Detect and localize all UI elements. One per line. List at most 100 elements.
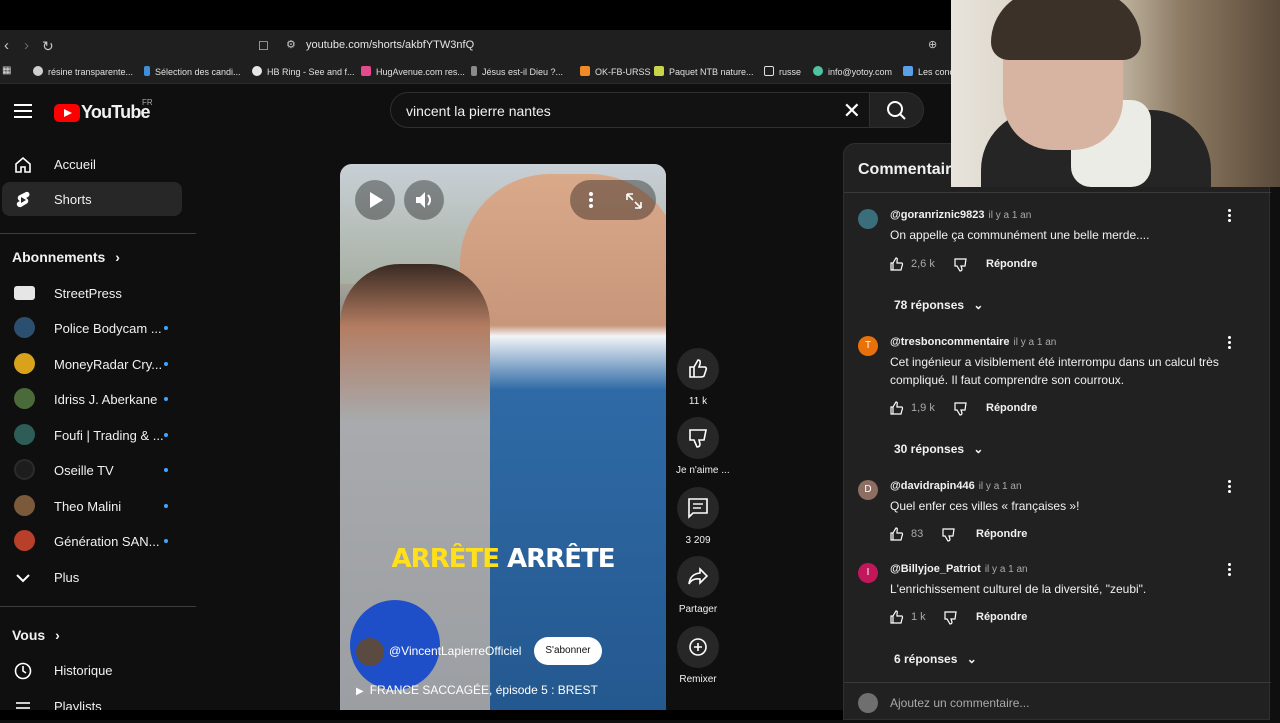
sidebar-item-plus[interactable]: Plus (2, 560, 182, 594)
sidebar-subscription[interactable]: MoneyRadar Cry... (2, 347, 182, 381)
bookmark-item[interactable]: OK-FB-URSS (580, 66, 651, 77)
video-frame-subject (460, 174, 666, 710)
bookmark-item[interactable]: résine transparente... (33, 66, 133, 77)
bookmark-item[interactable]: Paquet NTB nature... (654, 66, 754, 77)
comments-button[interactable]: 3 209 (676, 487, 720, 546)
zoom-icon[interactable]: ⊕ (928, 38, 937, 51)
reply-button[interactable]: Répondre (976, 528, 1027, 540)
bookmark-star-icon[interactable]: ☐ (258, 39, 269, 53)
sidebar-subscription[interactable]: Idriss J. Aberkane (2, 382, 182, 416)
chevron-down-icon: ⌄ (973, 298, 984, 312)
play-icon (370, 192, 383, 208)
play-button[interactable] (355, 180, 395, 220)
bookmark-item[interactable]: HB Ring - See and f... (252, 66, 355, 77)
youtube-logo[interactable]: YouTube FR (54, 98, 153, 123)
comment-icon (688, 498, 708, 519)
comment-avatar[interactable] (858, 209, 878, 229)
site-info-icon[interactable]: ⚙ (286, 38, 296, 51)
comment-avatar[interactable]: D (858, 480, 878, 500)
reply-button[interactable]: Répondre (976, 611, 1027, 623)
sidebar-item-shorts[interactable]: Shorts (2, 182, 182, 216)
comment-author[interactable]: @davidrapin446 il y a 1 an (890, 480, 1022, 492)
search-query: vincent la pierre nantes (406, 103, 551, 119)
thumbs-down-icon[interactable] (942, 528, 956, 542)
share-button[interactable]: Partager (676, 556, 720, 615)
channel-avatar (14, 459, 35, 480)
subscriptions-heading[interactable]: Abonnements › (12, 249, 120, 265)
search-button[interactable] (870, 92, 924, 128)
volume-button[interactable] (404, 180, 444, 220)
bookmark-item[interactable]: HugAvenue.com res... (361, 66, 465, 77)
comment-more-icon[interactable] (1228, 209, 1234, 224)
thumbs-down-icon[interactable] (944, 611, 958, 625)
sidebar-divider (0, 233, 196, 234)
webcam-person-hair (991, 0, 1141, 60)
channel-avatar[interactable] (356, 638, 384, 666)
bookmark-item[interactable]: Sélection des candi... (144, 66, 241, 77)
bookmark-item[interactable]: info@yotoy.com (813, 66, 892, 77)
back-icon[interactable]: ‹ (4, 37, 9, 54)
remix-button[interactable]: Remixer (676, 626, 720, 685)
shorts-video-player[interactable]: ARRÊTE ARRÊTE @VincentLapierreOfficiel S… (340, 164, 666, 710)
comment-time: il y a 1 an (1013, 337, 1057, 348)
comment-author[interactable]: @tresboncommentaire il y a 1 an (890, 336, 1056, 348)
you-heading[interactable]: Vous › (12, 627, 60, 643)
comment-avatar[interactable]: I (858, 563, 878, 583)
comment-more-icon[interactable] (1228, 336, 1234, 351)
dislike-label: Je n'aime ... (676, 465, 730, 476)
fullscreen-icon[interactable] (624, 191, 644, 211)
reply-button[interactable]: Répondre (986, 402, 1037, 414)
subscribe-button[interactable]: S'abonner (534, 637, 602, 665)
comment-author-name: @Billyjoe_Patriot (890, 563, 981, 575)
sidebar-subscription[interactable]: Foufi | Trading & ... (2, 418, 182, 452)
search-input[interactable]: vincent la pierre nantes ✕ (390, 92, 870, 128)
add-comment-input[interactable]: Ajoutez un commentaire... (890, 696, 1029, 710)
comment-time: il y a 1 an (984, 564, 1028, 575)
comment-like-count: 2,6 k (911, 258, 935, 270)
sidebar-subscription[interactable]: Theo Malini (2, 489, 182, 523)
comment-avatar[interactable]: T (858, 336, 878, 356)
channel-name-link[interactable]: @VincentLapierreOfficiel (389, 644, 521, 658)
thumbs-up-icon[interactable] (890, 610, 904, 624)
comment-like-count: 1,9 k (911, 402, 935, 414)
clear-search-icon[interactable]: ✕ (843, 98, 861, 124)
apps-grid-icon[interactable]: ▦ (2, 65, 11, 76)
thumbs-down-icon[interactable] (954, 258, 968, 272)
bookmark-favicon-icon (144, 66, 150, 76)
channel-avatar (14, 388, 35, 409)
thumbs-up-icon[interactable] (890, 257, 904, 271)
comment-more-icon[interactable] (1228, 480, 1234, 495)
sidebar-subscription[interactable]: Oseille TV (2, 453, 182, 487)
bookmark-item[interactable]: Les conc (903, 66, 954, 77)
dislike-button[interactable]: Je n'aime ... (676, 417, 730, 476)
replies-count: 30 réponses (894, 442, 965, 456)
sidebar-subscription[interactable]: Police Bodycam ... (2, 311, 182, 345)
comment-author[interactable]: @Billyjoe_Patriot il y a 1 an (890, 563, 1028, 575)
new-content-dot (164, 326, 168, 330)
like-button[interactable]: 11 k (676, 348, 720, 407)
menu-icon[interactable] (14, 104, 32, 118)
bookmark-item[interactable]: russe (764, 66, 801, 77)
comment-text: L'enrichissement culturel de la diversit… (890, 582, 1147, 596)
view-replies-button[interactable]: 78 réponses ⌄ (894, 298, 983, 312)
thumbs-up-icon[interactable] (890, 401, 904, 415)
sidebar-item-accueil[interactable]: Accueil (2, 147, 182, 181)
thumbs-down-icon[interactable] (954, 402, 968, 416)
address-bar[interactable]: ⚙ youtube.com/shorts/akbfYTW3nfQ ⊕ (280, 34, 948, 58)
channel-avatar (14, 286, 35, 300)
sidebar-subscription[interactable]: Génération SAN... (2, 524, 182, 558)
thumbs-up-icon[interactable] (890, 527, 904, 541)
forward-icon[interactable]: › (24, 37, 29, 54)
sidebar-item-historique[interactable]: Historique (2, 653, 182, 687)
bookmark-label: russe (779, 67, 802, 77)
bookmark-item[interactable]: Jésus est-il Dieu ?... (471, 66, 563, 77)
home-icon (15, 156, 31, 173)
reply-button[interactable]: Répondre (986, 258, 1037, 270)
comment-more-icon[interactable] (1228, 563, 1234, 578)
reload-icon[interactable]: ↻ (42, 38, 54, 55)
comment-author[interactable]: @goranriznic9823 il y a 1 an (890, 209, 1031, 221)
sidebar-subscription[interactable]: StreetPress (2, 276, 182, 310)
view-replies-button[interactable]: 30 réponses ⌄ (894, 442, 983, 456)
view-replies-button[interactable]: 6 réponses ⌄ (894, 652, 977, 666)
video-title[interactable]: ▶ FRANCE SACCAGÉE, épisode 5 : BREST (356, 683, 598, 697)
